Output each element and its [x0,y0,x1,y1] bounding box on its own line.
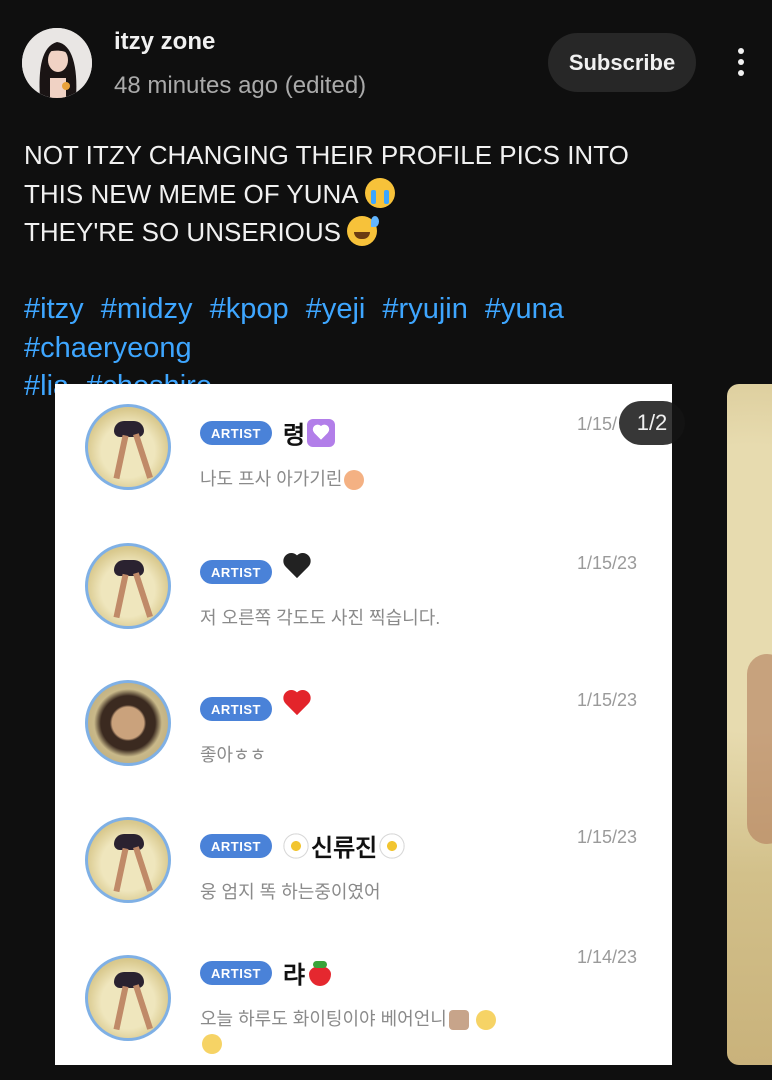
comment-date: 1/14/23 [577,947,638,967]
next-image-preview[interactable] [727,384,772,1065]
avatar [85,404,171,490]
comment-author [283,554,311,580]
list-item: ARTIST 령 나도 프사 아가기린 1/15/ [55,384,672,521]
black-heart-icon [283,554,311,580]
daisy-icon [379,832,406,859]
avatar [85,955,171,1041]
post-text-line: THEY'RE SO UNSERIOUS [24,213,754,252]
post-header: itzy zone 48 minutes ago (edited) Subscr… [0,0,772,120]
comment-text: 오늘 하루도 화이팅이야 베어언니 [200,1005,496,1031]
artist-badge: ARTIST [200,961,272,985]
strawberry-icon [307,960,333,986]
post-text-line: THIS NEW MEME OF YUNA [24,175,754,214]
channel-name[interactable]: itzy zone [114,28,215,56]
comment-text: 좋아ㅎㅎ [200,745,267,765]
hashtag-link[interactable]: #ryujin [382,293,467,325]
comment-author [283,691,311,717]
avatar [85,543,171,629]
comment-text: 나도 프사 아가기린 [200,465,365,491]
hashtag-link[interactable]: #itzy [24,293,84,325]
loudly-crying-face-icon [364,177,395,208]
daisy-icon [283,832,309,859]
list-item: ARTIST 신류진 웅 엄지 똑 하는중이였어 1/15/23 [55,797,672,934]
more-vertical-icon[interactable] [728,42,754,82]
post-text-line: NOT ITZY CHANGING THEIR PROFILE PICS INT… [24,140,629,170]
avatar [85,817,171,903]
list-item: ARTIST 저 오른쪽 각도도 사진 찍습니다. 1/15/23 [55,523,672,660]
dot [738,59,744,65]
artist-badge: ARTIST [200,421,272,445]
hashtag-link[interactable]: #chaeryeong [24,332,192,364]
comment-author: 랴 [283,955,333,990]
comment-text-continued [200,1033,222,1055]
comment-text: 웅 엄지 똑 하는중이였어 [200,882,381,902]
purple-heart-icon [307,418,336,447]
list-item: ARTIST 좋아ㅎㅎ 1/15/23 [55,660,672,797]
artist-badge: ARTIST [200,834,272,858]
post-timestamp: 48 minutes ago (edited) [114,72,367,99]
smiling-hearts-icon [344,470,365,491]
smiling-face-icon [202,1034,222,1055]
subscribe-button[interactable]: Subscribe [548,33,696,92]
grinning-sweat-face-icon [347,216,380,246]
comment-date: 1/15/ [577,414,618,434]
comment-date: 1/15/23 [577,553,638,573]
comment-author: 령 [283,415,336,450]
artist-badge: ARTIST [200,560,272,584]
dot [738,48,744,54]
smiling-face-icon [475,1010,496,1031]
comment-author: 신류진 [283,828,406,863]
dot [738,70,744,76]
comment-text: 저 오른쪽 각도도 사진 찍습니다. [200,608,441,628]
red-heart-icon [283,691,311,717]
comment-date: 1/15/23 [577,827,638,847]
hashtag-link[interactable]: #kpop [210,293,289,325]
channel-avatar[interactable] [22,28,92,98]
hashtag-link[interactable]: #yeji [306,293,366,325]
list-item: ARTIST 랴 오늘 하루도 화이팅이야 베어언니 1/14/23 [55,935,672,1065]
avatar [85,680,171,766]
artist-badge: ARTIST [200,697,272,721]
comment-date: 1/15/23 [577,690,638,710]
hashtag-link[interactable]: #yuna [485,293,564,325]
image-carousel[interactable]: ARTIST 령 나도 프사 아가기린 1/15/ ARTIST 저 오른쪽 각… [55,384,672,1065]
page-indicator: 1/2 [619,401,685,445]
bear-icon [448,1010,469,1031]
post-body: NOT ITZY CHANGING THEIR PROFILE PICS INT… [24,136,754,252]
hashtag-link[interactable]: #midzy [101,293,193,325]
